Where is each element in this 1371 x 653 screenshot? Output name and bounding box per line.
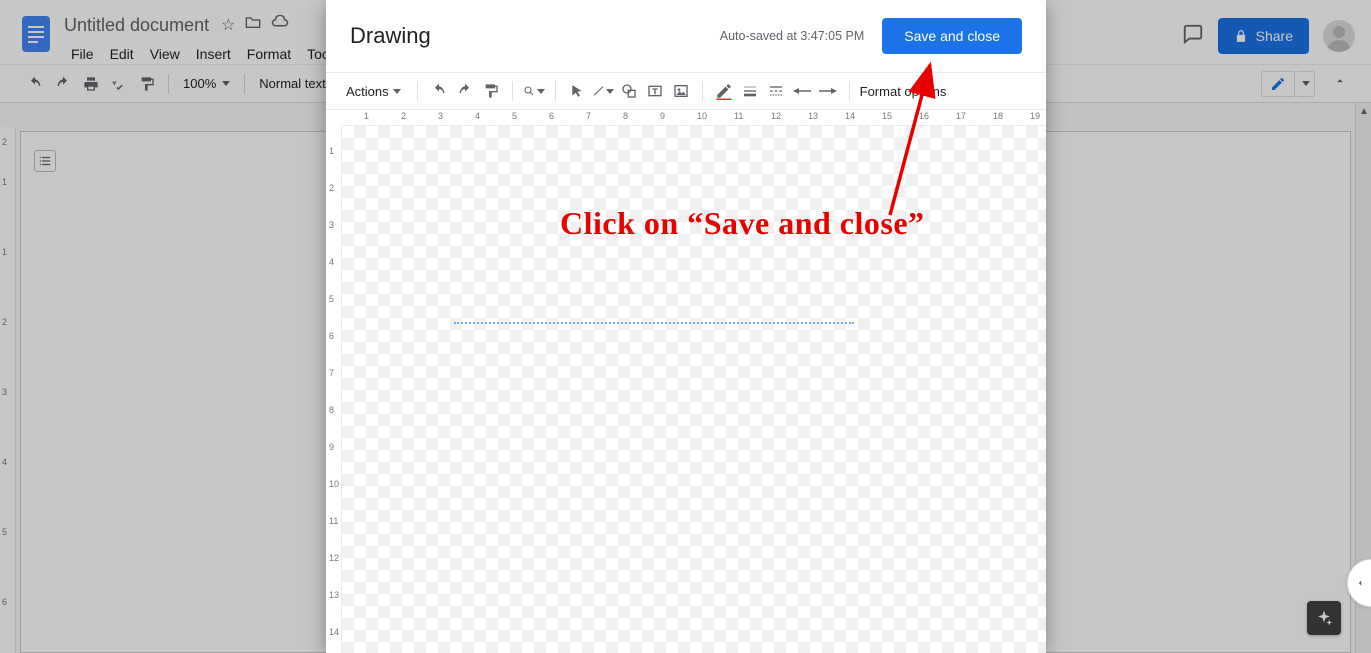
select-tool-icon[interactable] bbox=[566, 80, 588, 102]
share-button[interactable]: Share bbox=[1218, 18, 1309, 54]
shape-tool-icon[interactable] bbox=[618, 80, 640, 102]
menu-view[interactable]: View bbox=[143, 42, 187, 66]
horizontal-ruler: 12345678910111213141516171819 bbox=[342, 110, 1046, 126]
dialog-header: Drawing Auto-saved at 3:47:05 PM Save an… bbox=[326, 0, 1046, 72]
undo-icon[interactable] bbox=[428, 80, 450, 102]
chevron-down-icon bbox=[222, 81, 230, 86]
move-icon[interactable] bbox=[245, 15, 261, 35]
spellcheck-icon[interactable] bbox=[108, 73, 130, 95]
paint-format-icon[interactable] bbox=[480, 80, 502, 102]
drawn-dotted-line[interactable] bbox=[454, 322, 854, 324]
zoom-dropdown-icon[interactable] bbox=[523, 80, 545, 102]
scroll-up-icon[interactable]: ▲ bbox=[1356, 103, 1371, 119]
print-icon[interactable] bbox=[80, 73, 102, 95]
chevron-down-icon bbox=[537, 89, 545, 94]
zoom-dropdown[interactable]: 100% bbox=[179, 76, 234, 91]
cloud-status-icon[interactable] bbox=[271, 15, 289, 35]
docs-logo-icon[interactable] bbox=[16, 14, 56, 54]
lock-icon bbox=[1234, 29, 1248, 43]
account-avatar[interactable] bbox=[1323, 20, 1355, 52]
redo-icon[interactable] bbox=[52, 73, 74, 95]
explore-button[interactable] bbox=[1307, 601, 1341, 635]
drawing-dialog: Drawing Auto-saved at 3:47:05 PM Save an… bbox=[326, 0, 1046, 653]
drawing-toolbar: Actions Format options bbox=[326, 72, 1046, 110]
line-color-icon[interactable] bbox=[713, 80, 735, 102]
outline-toggle-icon[interactable] bbox=[34, 150, 56, 172]
collapse-toolbar-icon[interactable] bbox=[1333, 74, 1347, 93]
line-dash-icon[interactable] bbox=[765, 80, 787, 102]
share-label: Share bbox=[1256, 28, 1293, 44]
chevron-down-icon bbox=[1302, 81, 1310, 86]
undo-icon[interactable] bbox=[24, 73, 46, 95]
paint-format-icon[interactable] bbox=[136, 73, 158, 95]
star-icon[interactable]: ☆ bbox=[221, 15, 235, 35]
actions-dropdown[interactable]: Actions bbox=[346, 84, 407, 99]
autosave-status: Auto-saved at 3:47:05 PM bbox=[720, 29, 865, 43]
redo-icon[interactable] bbox=[454, 80, 476, 102]
actions-label: Actions bbox=[346, 84, 389, 99]
pencil-icon bbox=[1270, 76, 1286, 92]
format-options-button[interactable]: Format options bbox=[860, 84, 947, 99]
doc-title[interactable]: Untitled document bbox=[64, 15, 209, 36]
editing-mode-dropdown[interactable] bbox=[1261, 71, 1315, 97]
dialog-title: Drawing bbox=[350, 23, 431, 49]
line-tool-icon[interactable] bbox=[592, 80, 614, 102]
menu-format[interactable]: Format bbox=[240, 42, 298, 66]
textbox-tool-icon[interactable] bbox=[644, 80, 666, 102]
line-weight-icon[interactable] bbox=[739, 80, 761, 102]
zoom-value: 100% bbox=[183, 76, 216, 91]
save-and-close-button[interactable]: Save and close bbox=[882, 18, 1022, 54]
paragraph-style-dropdown[interactable]: Normal text bbox=[255, 76, 329, 91]
style-value: Normal text bbox=[259, 76, 325, 91]
line-end-icon[interactable] bbox=[817, 80, 839, 102]
menu-insert[interactable]: Insert bbox=[189, 42, 238, 66]
image-tool-icon[interactable] bbox=[670, 80, 692, 102]
vertical-ruler: 1234567891011121314 bbox=[326, 126, 342, 653]
menu-file[interactable]: File bbox=[64, 42, 101, 66]
drawing-canvas[interactable] bbox=[342, 126, 1046, 653]
vertical-ruler: 2 1 1 2 3 4 5 6 bbox=[0, 127, 16, 653]
chevron-down-icon bbox=[606, 89, 614, 94]
chevron-down-icon bbox=[393, 89, 401, 94]
line-start-icon[interactable] bbox=[791, 80, 813, 102]
comments-icon[interactable] bbox=[1182, 23, 1204, 50]
menu-edit[interactable]: Edit bbox=[103, 42, 141, 66]
